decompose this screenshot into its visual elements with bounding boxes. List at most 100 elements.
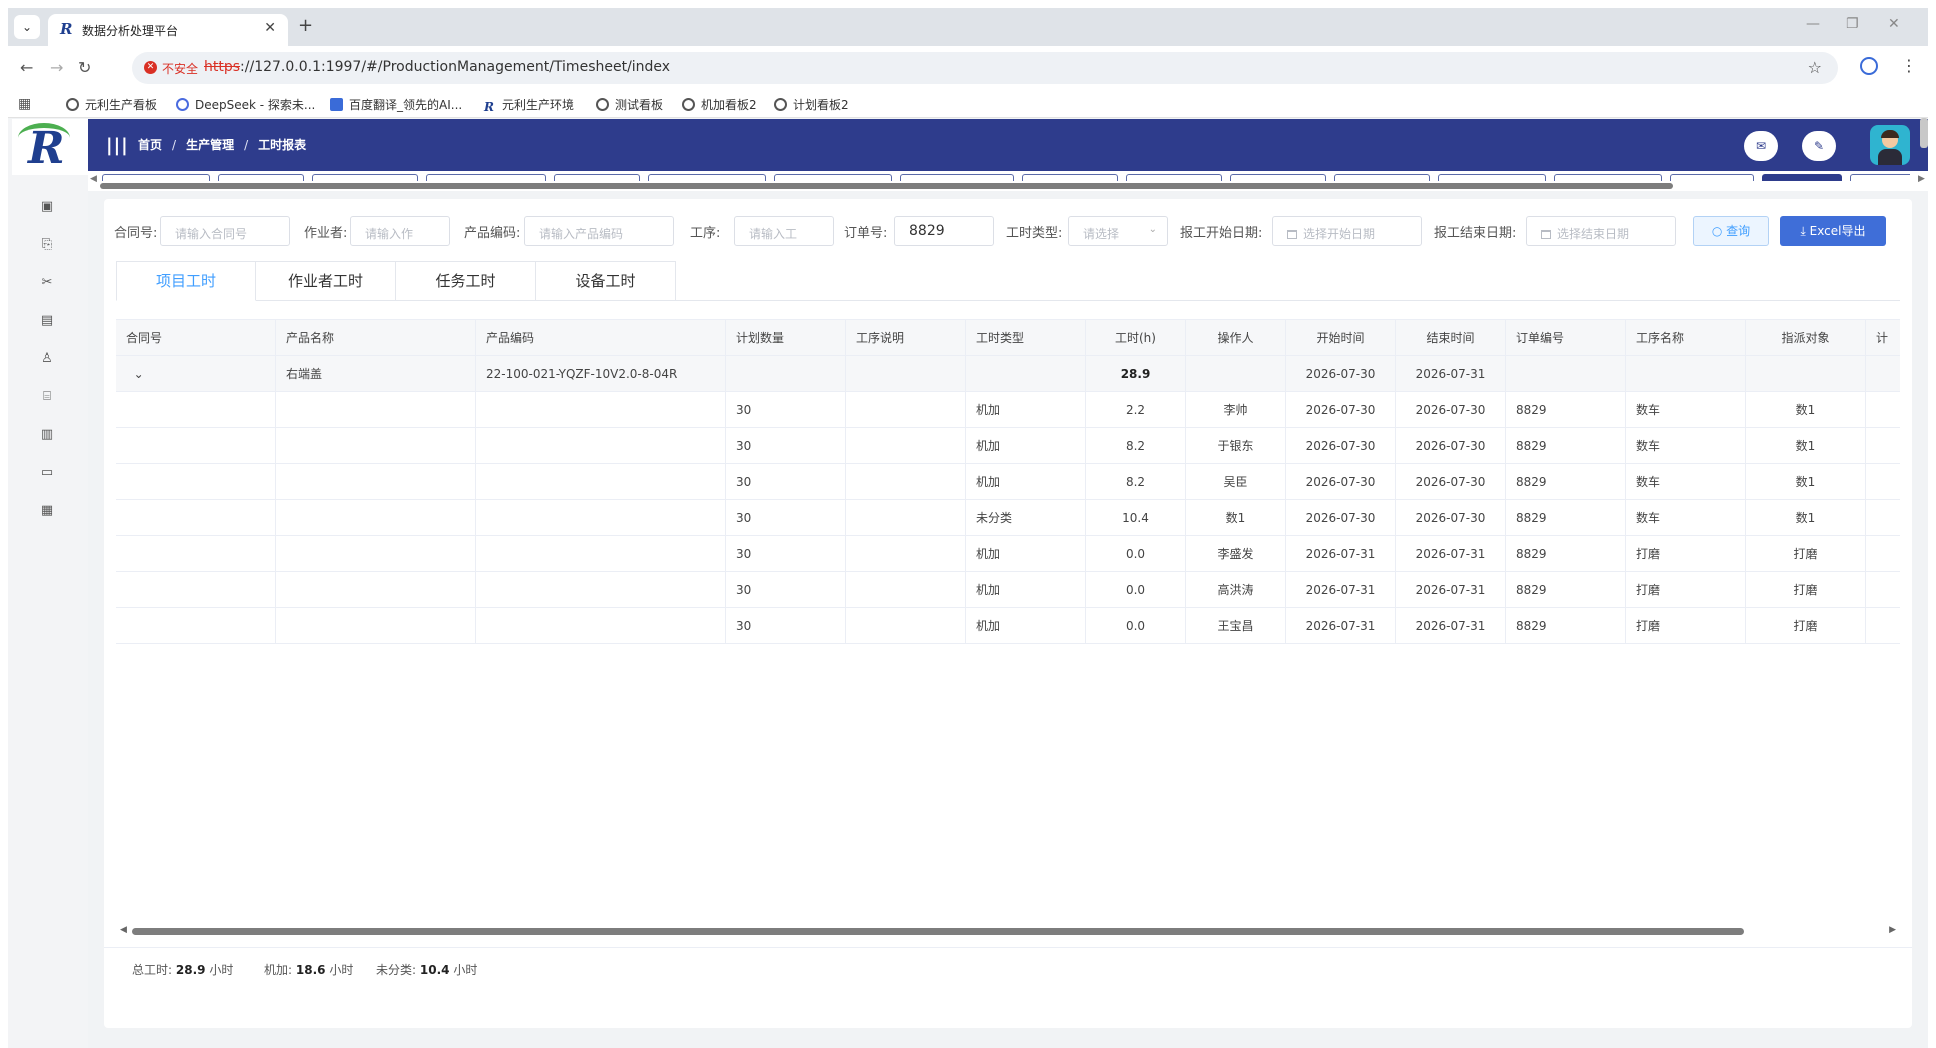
app-logo[interactable]: R bbox=[12, 119, 88, 175]
scroll-left-icon[interactable]: ◀ bbox=[90, 174, 97, 184]
column-header[interactable]: 指派对象 bbox=[1746, 320, 1866, 356]
table-row[interactable]: 30 机加 0.0 李盛发 2026-07-31 2026-07-31 8829 打磨 打磨 bbox=[116, 536, 1900, 572]
scroll-right-icon[interactable]: ▶ bbox=[1889, 925, 1896, 935]
visited-tag[interactable] bbox=[1554, 174, 1662, 181]
new-tab-icon[interactable]: + bbox=[298, 15, 313, 36]
column-header[interactable]: 产品名称 bbox=[276, 320, 476, 356]
column-header[interactable]: 工时(h) bbox=[1086, 320, 1186, 356]
column-header[interactable]: 操作人 bbox=[1186, 320, 1286, 356]
tab-equipment-hours[interactable]: 设备工时 bbox=[536, 261, 676, 301]
visited-tag[interactable] bbox=[426, 174, 546, 181]
column-header[interactable]: 订单编号 bbox=[1506, 320, 1626, 356]
profile-icon[interactable] bbox=[1860, 57, 1878, 75]
monitor-icon[interactable]: ▭ bbox=[39, 465, 55, 481]
visited-tag-active[interactable] bbox=[1762, 174, 1842, 181]
visited-tag[interactable] bbox=[218, 174, 304, 181]
table-row[interactable]: 30 机加 8.2 吴臣 2026-07-30 2026-07-30 8829 数车 数1 bbox=[116, 464, 1900, 500]
visited-tag[interactable] bbox=[900, 174, 1014, 181]
visited-tag[interactable] bbox=[1230, 174, 1326, 181]
document-search-icon[interactable]: ⎘ bbox=[39, 237, 55, 253]
end-date-picker[interactable]: 选择结束日期 bbox=[1526, 216, 1676, 246]
column-header[interactable]: 工序说明 bbox=[846, 320, 966, 356]
minimize-icon[interactable]: — bbox=[1806, 16, 1820, 32]
dashboard-monitor-icon[interactable]: ▣ bbox=[39, 199, 55, 215]
bookmark-item[interactable]: DeepSeek - 探索未... bbox=[176, 96, 315, 113]
query-button[interactable]: ○ 查询 bbox=[1693, 216, 1769, 246]
visited-tag[interactable] bbox=[1022, 174, 1118, 181]
column-header[interactable]: 合同号 bbox=[116, 320, 276, 356]
table-row[interactable]: 30 机加 8.2 于银东 2026-07-30 2026-07-30 8829 数车 数1 bbox=[116, 428, 1900, 464]
column-header[interactable]: 开始时间 bbox=[1286, 320, 1396, 356]
process-input[interactable]: 请输入工 bbox=[734, 216, 834, 246]
column-header[interactable]: 产品编码 bbox=[476, 320, 726, 356]
table-row-group[interactable]: ⌄ 右端盖 22-100-021-YQZF-10V2.0-8-04R 28.9 … bbox=[116, 356, 1900, 392]
stamp-icon[interactable]: ♙ bbox=[39, 351, 55, 367]
calendar-icon[interactable]: ▦ bbox=[39, 503, 55, 519]
bookmark-item[interactable]: 百度翻译_领先的AI... bbox=[330, 96, 462, 113]
tags-scrollbar[interactable] bbox=[100, 183, 1673, 189]
url-text[interactable]: https://127.0.0.1:1997/#/ProductionManag… bbox=[204, 59, 670, 75]
bookmark-item[interactable]: R 元利生产环境 bbox=[484, 96, 574, 114]
visited-tag[interactable] bbox=[1334, 174, 1430, 181]
visited-tag[interactable] bbox=[1438, 174, 1546, 181]
menu-toggle-icon[interactable]: ||| bbox=[106, 135, 129, 156]
expand-chevron-icon[interactable]: ⌄ bbox=[116, 356, 276, 392]
column-header[interactable]: 工序名称 bbox=[1626, 320, 1746, 356]
avatar[interactable] bbox=[1870, 125, 1910, 165]
visited-tag[interactable] bbox=[1850, 174, 1910, 181]
scroll-left-icon[interactable]: ◀ bbox=[120, 925, 127, 935]
more-menu-icon[interactable]: ⋮ bbox=[1901, 56, 1917, 75]
browser-tab[interactable]: R 数据分析处理平台 ✕ bbox=[48, 14, 288, 46]
insecure-label[interactable]: 不安全 bbox=[162, 60, 198, 77]
visited-tag[interactable] bbox=[312, 174, 418, 181]
reload-icon[interactable]: ↻ bbox=[78, 58, 91, 77]
table-row[interactable]: 30 未分类 10.4 数1 2026-07-30 2026-07-30 8829 数车 数1 bbox=[116, 500, 1900, 536]
checklist-icon[interactable]: ▥ bbox=[39, 427, 55, 443]
page-scrollbar[interactable] bbox=[1920, 118, 1928, 148]
restore-icon[interactable]: ❐ bbox=[1846, 16, 1859, 32]
edit-icon[interactable]: ✎ bbox=[1802, 131, 1836, 161]
bookmark-item[interactable]: 机加看板2 bbox=[682, 96, 757, 113]
back-icon[interactable]: ← bbox=[20, 58, 33, 77]
visited-tag[interactable] bbox=[1126, 174, 1222, 181]
contract-input[interactable]: 请输入合同号 bbox=[160, 216, 290, 246]
table-row[interactable]: 30 机加 0.0 高洪涛 2026-07-31 2026-07-31 8829 打磨 打磨 bbox=[116, 572, 1900, 608]
tab-task-hours[interactable]: 任务工时 bbox=[396, 261, 536, 301]
close-tab-icon[interactable]: ✕ bbox=[264, 20, 276, 36]
column-header[interactable]: 结束时间 bbox=[1396, 320, 1506, 356]
forward-icon[interactable]: → bbox=[50, 58, 63, 77]
table-row[interactable]: 30 机加 0.0 王宝昌 2026-07-31 2026-07-31 8829 打磨 打磨 bbox=[116, 608, 1900, 644]
tab-search-icon[interactable]: ⌄ bbox=[14, 15, 40, 39]
address-bar[interactable]: ✕ 不安全 https://127.0.0.1:1997/#/Productio… bbox=[132, 52, 1838, 84]
visited-tag[interactable] bbox=[102, 174, 210, 181]
report-icon[interactable]: ▤ bbox=[39, 313, 55, 329]
visited-tag[interactable] bbox=[648, 174, 766, 181]
scrollbar-thumb[interactable] bbox=[132, 928, 1744, 935]
bookmark-item[interactable]: 测试看板 bbox=[596, 96, 663, 113]
column-header[interactable]: 计划数量 bbox=[726, 320, 846, 356]
start-date-picker[interactable]: 选择开始日期 bbox=[1272, 216, 1422, 246]
order-input[interactable]: 8829 bbox=[894, 216, 994, 246]
close-window-icon[interactable]: ✕ bbox=[1888, 16, 1900, 32]
visited-tag[interactable] bbox=[774, 174, 892, 181]
table-row[interactable]: 30 机加 2.2 李帅 2026-07-30 2026-07-30 8829 数车 数1 bbox=[116, 392, 1900, 428]
excel-export-button[interactable]: ⤓ Excel导出 bbox=[1780, 216, 1886, 246]
tab-project-hours[interactable]: 项目工时 bbox=[116, 261, 256, 301]
machine-icon[interactable]: ⌸ bbox=[39, 389, 55, 405]
bookmark-item[interactable]: 元利生产看板 bbox=[66, 96, 157, 113]
breadcrumb-production[interactable]: 生产管理 bbox=[186, 138, 234, 152]
apps-grid-icon[interactable]: ▦ bbox=[18, 96, 31, 112]
visited-tag[interactable] bbox=[554, 174, 640, 181]
table-horizontal-scrollbar[interactable]: ◀ ▶ bbox=[116, 925, 1900, 937]
worker-input[interactable]: 请输入作 bbox=[350, 216, 450, 246]
message-icon[interactable]: ✉ bbox=[1744, 131, 1778, 161]
product-code-input[interactable]: 请输入产品编码 bbox=[524, 216, 674, 246]
column-header[interactable]: 计 bbox=[1866, 320, 1900, 356]
bookmark-item[interactable]: 计划看板2 bbox=[774, 96, 849, 113]
tools-icon[interactable]: ✂ bbox=[39, 275, 55, 291]
bookmark-star-icon[interactable]: ☆ bbox=[1808, 58, 1822, 77]
breadcrumb-home[interactable]: 首页 bbox=[138, 138, 162, 152]
tab-worker-hours[interactable]: 作业者工时 bbox=[256, 261, 396, 301]
column-header[interactable]: 工时类型 bbox=[966, 320, 1086, 356]
hour-type-select[interactable]: 请选择 ⌄ bbox=[1068, 216, 1168, 246]
